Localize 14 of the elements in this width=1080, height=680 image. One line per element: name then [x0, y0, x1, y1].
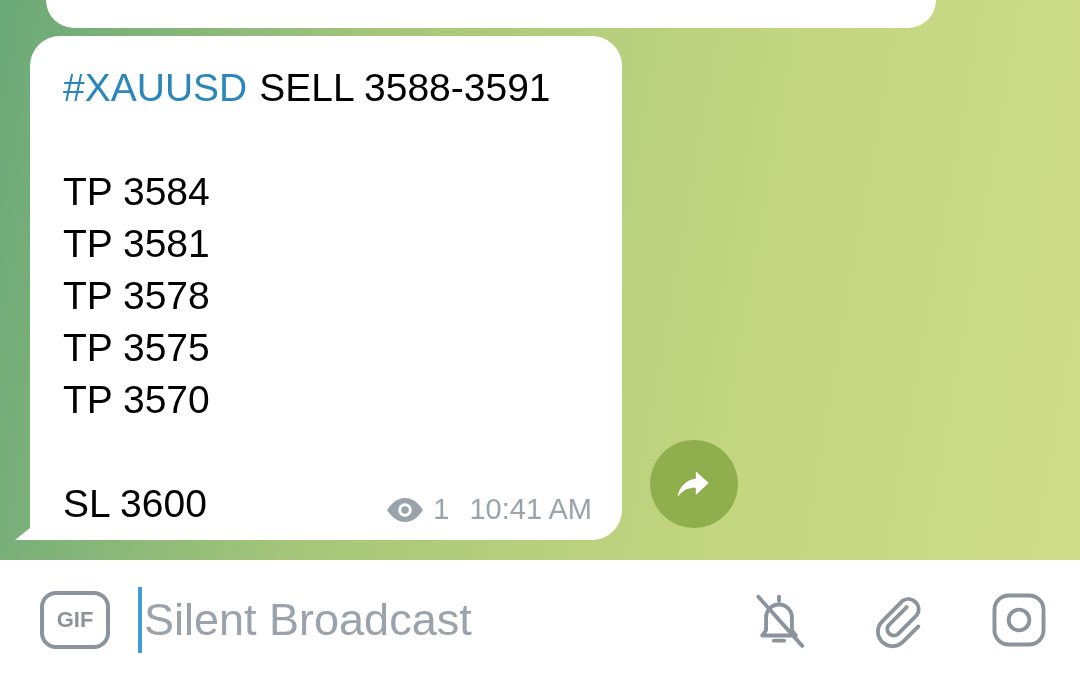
message-text: SELL 3588-3591	[259, 66, 551, 109]
message-input[interactable]: Silent Broadcast	[142, 594, 684, 646]
message-text: SL 3600	[63, 482, 207, 525]
message-time: 10:41 AM	[469, 493, 592, 526]
gif-button[interactable]: GIF	[40, 591, 110, 649]
eye-icon	[387, 497, 424, 522]
view-count: 1	[433, 493, 450, 526]
message-text: TP 3578	[63, 274, 210, 317]
text-cursor	[138, 587, 142, 653]
message-text: TP 3581	[63, 222, 210, 265]
message-text: TP 3584	[63, 170, 210, 213]
message-text: TP 3575	[63, 326, 210, 369]
hashtag-link[interactable]: #XAUUSD	[63, 66, 248, 109]
message-text: TP 3570	[63, 378, 210, 421]
